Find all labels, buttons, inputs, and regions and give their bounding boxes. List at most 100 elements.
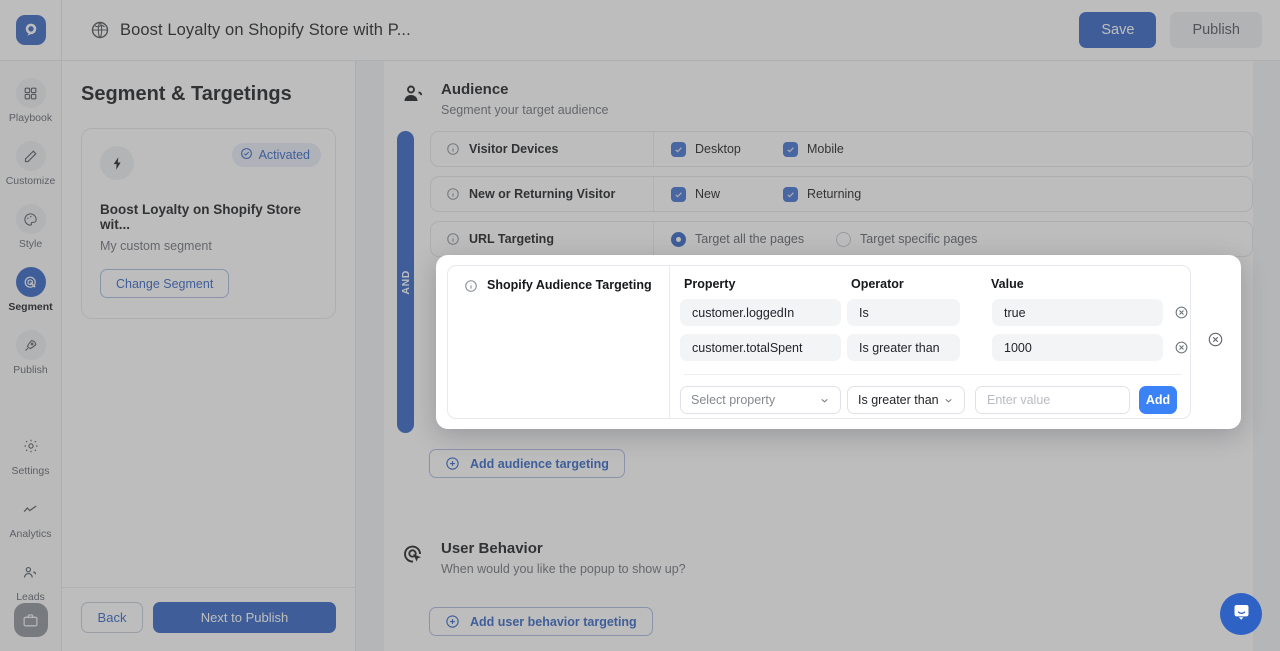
condition-property[interactable]: customer.totalSpent: [680, 334, 841, 361]
sidebar-item-leads[interactable]: Leads: [0, 540, 62, 603]
logo-mark-icon: [15, 15, 46, 45]
add-user-behavior-targeting-button[interactable]: Add user behavior targeting: [429, 607, 653, 636]
checkbox-new[interactable]: New: [671, 186, 783, 202]
topbar-actions: Save Publish: [1079, 12, 1262, 48]
sidebar-item-analytics[interactable]: Analytics: [0, 477, 62, 540]
chevron-down-icon: [943, 395, 954, 406]
rule-label-text: New or Returning Visitor: [469, 187, 616, 201]
audience-subtitle: Segment your target audience: [441, 103, 609, 117]
sidebar-item-style[interactable]: Style: [0, 187, 62, 250]
plus-circle-icon: [445, 614, 460, 629]
panel-title: Segment & Targetings: [81, 83, 292, 105]
sidebar-item-settings[interactable]: Settings: [0, 414, 62, 477]
checkbox-checked-icon: [783, 141, 798, 157]
chat-bubble-button[interactable]: [1220, 593, 1262, 635]
app-logo[interactable]: [0, 0, 62, 60]
checkbox-checked-icon: [783, 186, 798, 202]
remove-condition-icon[interactable]: [1174, 305, 1189, 320]
remove-targeting-group-icon[interactable]: [1207, 331, 1224, 348]
user-behavior-section-header: User Behavior When would you like the po…: [384, 520, 1253, 576]
palette-icon: [15, 204, 46, 234]
user-behavior-title: User Behavior: [441, 540, 543, 557]
remove-condition-icon[interactable]: [1174, 340, 1189, 355]
status-badge-label: Activated: [258, 148, 310, 162]
info-icon[interactable]: [464, 279, 478, 293]
audience-section-header: Audience Segment your target audience: [384, 61, 1253, 117]
change-segment-button[interactable]: Change Segment: [100, 269, 230, 298]
publish-button[interactable]: Publish: [1170, 12, 1262, 48]
back-button[interactable]: Back: [81, 602, 143, 633]
add-user-behavior-targeting-label: Add user behavior targeting: [470, 614, 637, 629]
and-label: AND: [399, 269, 412, 295]
column-header-property: Property: [684, 277, 736, 291]
rule-row-url-targeting: URL Targeting Target all the pages Targe…: [430, 221, 1253, 257]
condition-row: customer.loggedIn Is true: [680, 299, 1190, 326]
segment-panel: Segment & Targetings Activated Boost Loy…: [62, 61, 356, 651]
radio-label: Target all the pages: [695, 232, 805, 246]
users-icon: [16, 557, 46, 587]
checkbox-mobile[interactable]: Mobile: [783, 141, 895, 157]
radio-target-specific-pages[interactable]: Target specific pages: [836, 231, 1001, 247]
checkbox-checked-icon: [671, 186, 686, 202]
next-to-publish-button[interactable]: Next to Publish: [153, 602, 336, 633]
radio-selected-icon: [671, 231, 686, 247]
sidebar-item-publish[interactable]: Publish: [0, 313, 62, 376]
segment-subtitle: My custom segment: [100, 239, 212, 253]
condition-operator[interactable]: Is: [847, 299, 960, 326]
operator-select[interactable]: Is greater than: [847, 386, 965, 414]
condition-operator[interactable]: Is greater than: [847, 334, 960, 361]
top-bar: Boost Loyalty on Shopify Store with P...…: [0, 0, 1280, 61]
condition-property[interactable]: customer.loggedIn: [680, 299, 841, 326]
panel-footer: Back Next to Publish: [62, 587, 355, 651]
rail-bottom: [13, 603, 48, 651]
checkbox-desktop[interactable]: Desktop: [671, 141, 783, 157]
sidebar-label-segment: Segment: [8, 301, 53, 313]
save-button[interactable]: Save: [1079, 12, 1157, 48]
app-root: Boost Loyalty on Shopify Store with P...…: [0, 0, 1280, 651]
shopify-modal-card: Shopify Audience Targeting Property Oper…: [447, 265, 1191, 419]
property-select[interactable]: Select property: [680, 386, 841, 414]
sidebar-label-style: Style: [18, 238, 43, 250]
checkbox-returning[interactable]: Returning: [783, 186, 895, 202]
canvas-gutter-left: [356, 61, 384, 651]
new-condition-row: Select property Is greater than Add: [680, 386, 1190, 414]
checkbox-label: Mobile: [807, 142, 844, 156]
condition-divider: [684, 374, 1182, 375]
segment-name: Boost Loyalty on Shopify Store wit...: [100, 202, 302, 232]
pencil-icon: [15, 141, 46, 171]
audience-title: Audience: [441, 81, 509, 98]
audience-icon: [401, 83, 425, 107]
page-title: Boost Loyalty on Shopify Store with P...: [120, 20, 411, 39]
info-icon[interactable]: [446, 187, 460, 201]
condition-value[interactable]: true: [992, 299, 1163, 326]
gear-icon: [16, 431, 46, 461]
radio-target-all-pages[interactable]: Target all the pages: [671, 231, 836, 247]
radio-label: Target specific pages: [860, 232, 978, 246]
info-icon[interactable]: [446, 232, 460, 246]
sidebar-item-playbook[interactable]: Playbook: [0, 61, 62, 124]
condition-row: customer.totalSpent Is greater than 1000: [680, 334, 1190, 361]
rule-options-url-targeting: Target all the pages Target specific pag…: [654, 231, 1001, 247]
sidebar-item-segment[interactable]: Segment: [0, 250, 62, 313]
segment-card: Activated Boost Loyalty on Shopify Store…: [81, 128, 336, 319]
sidebar-label-playbook: Playbook: [8, 112, 53, 124]
rule-options-visitor-devices: Desktop Mobile: [654, 141, 895, 157]
briefcase-icon[interactable]: [13, 603, 48, 637]
shopify-modal-title: Shopify Audience Targeting: [487, 278, 652, 292]
condition-columns-header: Property Operator Value: [680, 277, 1190, 291]
rule-label-url-targeting: URL Targeting: [431, 222, 654, 256]
checkbox-label: Desktop: [695, 142, 741, 156]
shopify-audience-targeting-modal: Shopify Audience Targeting Property Oper…: [436, 255, 1241, 429]
value-input[interactable]: [975, 386, 1130, 414]
rocket-icon: [15, 330, 46, 360]
plus-circle-icon: [445, 456, 460, 471]
cursor-target-icon: [401, 542, 425, 566]
and-connector: AND: [397, 131, 414, 433]
info-icon[interactable]: [446, 142, 460, 156]
add-audience-targeting-button[interactable]: Add audience targeting: [429, 449, 625, 478]
sidebar-rail: Playbook Customize Style Segment Publish…: [0, 61, 62, 651]
add-condition-button[interactable]: Add: [1139, 386, 1177, 414]
sidebar-item-customize[interactable]: Customize: [0, 124, 62, 187]
rule-label-text: URL Targeting: [469, 232, 554, 246]
condition-value[interactable]: 1000: [992, 334, 1163, 361]
